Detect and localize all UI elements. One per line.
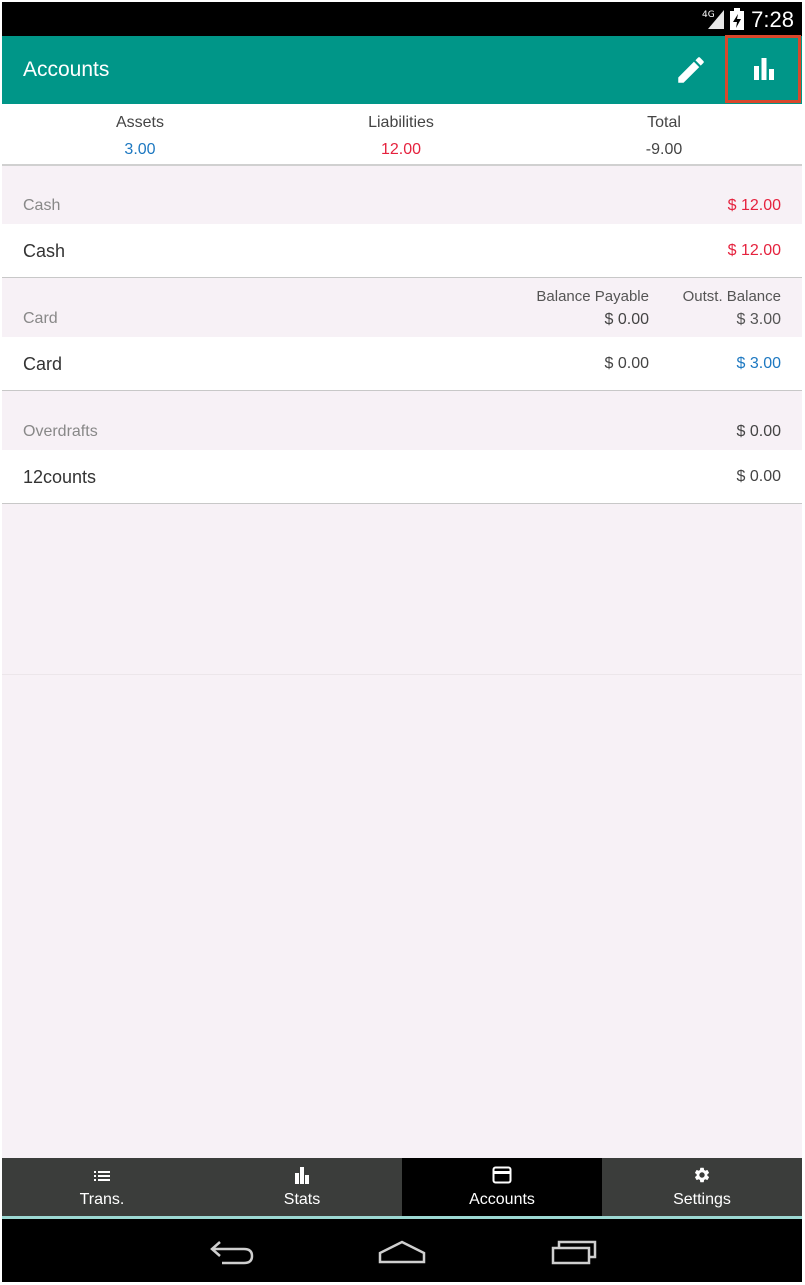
- status-time: 7:28: [751, 7, 794, 32]
- tab-accounts[interactable]: Accounts: [402, 1158, 602, 1216]
- tab-label: Settings: [673, 1191, 731, 1208]
- assets-label: Assets: [115, 114, 164, 131]
- card-icon: [492, 1166, 512, 1184]
- account-amount: $ 12.00: [727, 242, 781, 259]
- liabilities-label: Liabilities: [368, 114, 434, 131]
- total-summary: Total -9.00: [564, 114, 764, 159]
- account-outstanding-balance: $ 3.00: [736, 355, 781, 372]
- outstanding-balance-value: $ 3.00: [736, 311, 781, 328]
- account-name: 12counts: [23, 467, 97, 487]
- group-header-cash: Cash $ 12.00: [2, 166, 802, 224]
- system-nav-bar: [2, 1219, 802, 1282]
- divider: [2, 674, 802, 675]
- tab-settings[interactable]: Settings: [602, 1158, 802, 1216]
- balance-payable-header: Balance Payable: [536, 288, 649, 305]
- recents-icon[interactable]: [550, 1239, 598, 1265]
- group-header-card: Card Balance Payable $ 0.00 Outst. Balan…: [2, 279, 802, 337]
- assets-value: 3.00: [124, 141, 156, 158]
- group-amount: $ 12.00: [727, 197, 781, 214]
- assets-summary: Assets 3.00: [40, 114, 240, 159]
- svg-text:4G: 4G: [702, 10, 715, 20]
- bar-chart-icon: [295, 1167, 309, 1184]
- tab-label: Trans.: [79, 1191, 125, 1208]
- page-title: Accounts: [23, 58, 110, 81]
- home-icon[interactable]: [377, 1239, 427, 1265]
- bar-chart-icon: [754, 58, 774, 80]
- tab-stats[interactable]: Stats: [202, 1158, 402, 1216]
- tab-trans[interactable]: Trans.: [2, 1158, 202, 1216]
- battery-icon: [730, 8, 744, 30]
- summary-bar: Assets 3.00 Liabilities 12.00 Total -9.0…: [2, 104, 802, 166]
- account-row-12counts[interactable]: 12counts $ 0.00: [2, 450, 802, 504]
- account-name: Cash: [23, 241, 66, 261]
- tab-label: Accounts: [469, 1191, 535, 1208]
- liabilities-summary: Liabilities 12.00: [301, 114, 501, 159]
- account-row-cash[interactable]: Cash $ 12.00: [2, 224, 802, 278]
- group-name: Cash: [23, 197, 61, 214]
- account-name: Card: [23, 354, 63, 374]
- status-bar: 4G 7:28: [2, 2, 802, 36]
- screen: 4G 7:28 Accounts Assets 3.00 Liabilities…: [2, 2, 802, 1282]
- account-row-card[interactable]: Card $ 0.00 $ 3.00: [2, 337, 802, 391]
- group-name: Overdrafts: [23, 423, 98, 440]
- stats-button[interactable]: [725, 35, 801, 103]
- total-label: Total: [647, 114, 681, 131]
- account-balance-payable: $ 0.00: [604, 355, 649, 372]
- group-header-overdrafts: Overdrafts $ 0.00: [2, 392, 802, 450]
- signal-icon: 4G: [702, 10, 724, 29]
- list-icon: [94, 1171, 110, 1181]
- balance-payable-value: $ 0.00: [604, 311, 649, 328]
- back-icon[interactable]: [208, 1239, 256, 1265]
- group-amount: $ 0.00: [736, 423, 781, 440]
- bottom-tab-bar: Trans. Stats Accounts Settings: [2, 1158, 802, 1216]
- group-name: Card: [23, 310, 58, 327]
- gear-icon: [695, 1167, 710, 1183]
- outstanding-balance-header: Outst. Balance: [682, 288, 781, 305]
- app-bar: Accounts: [2, 35, 802, 104]
- total-value: -9.00: [645, 141, 683, 158]
- account-amount: $ 0.00: [736, 468, 781, 485]
- tab-label: Stats: [283, 1191, 321, 1208]
- pencil-icon[interactable]: [674, 53, 708, 87]
- liabilities-value: 12.00: [380, 141, 422, 158]
